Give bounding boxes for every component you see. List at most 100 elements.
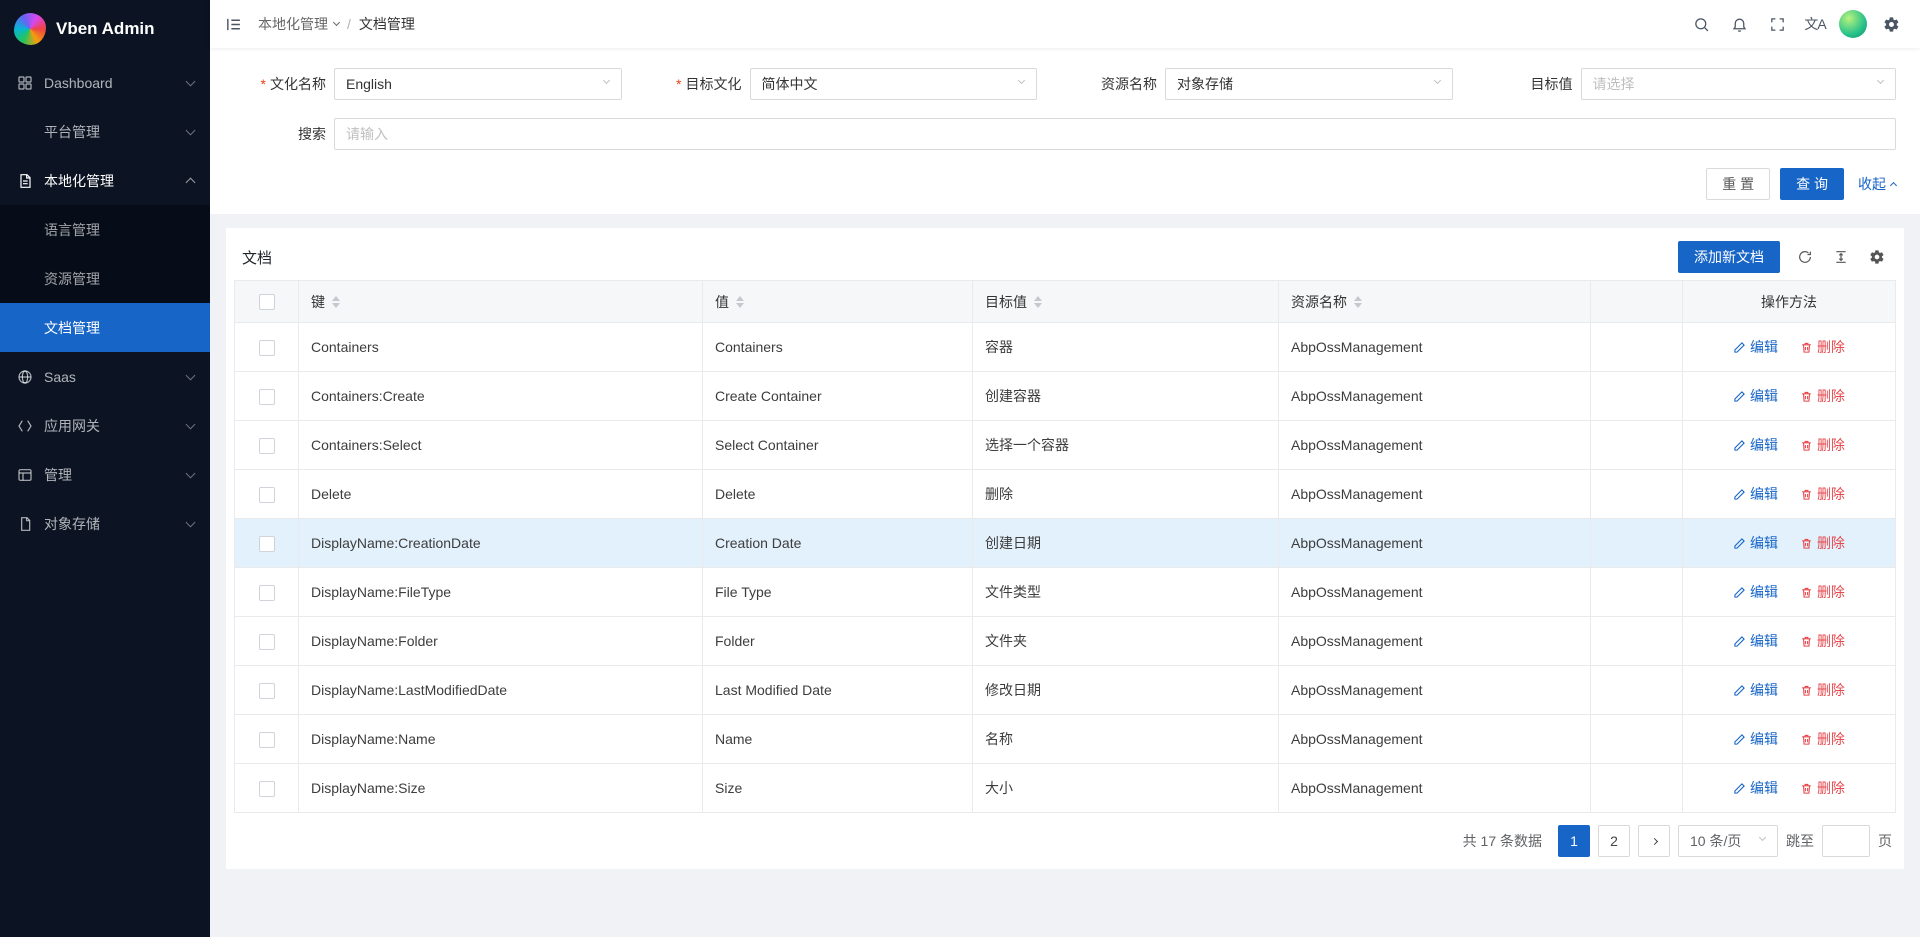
chevron-down-icon: [186, 419, 196, 429]
edit-button[interactable]: 编辑: [1733, 582, 1778, 602]
filter-field-resource-name: 资源名称 对象存储: [1065, 68, 1481, 100]
cell-resource: AbpOssManagement: [1279, 617, 1591, 666]
column-header-target[interactable]: 目标值: [973, 281, 1279, 323]
cell-target: 创建容器: [973, 372, 1279, 421]
delete-button[interactable]: 删除: [1800, 680, 1845, 700]
row-select-cell: [235, 568, 299, 617]
filter-field-target-value: 目标值 请选择: [1481, 68, 1897, 100]
sort-icon[interactable]: [736, 296, 744, 308]
sidebar-item-saas[interactable]: Saas: [0, 352, 210, 401]
cell-key: DisplayName:Folder: [299, 617, 703, 666]
page-size-select[interactable]: 10 条/页: [1678, 825, 1778, 857]
logo[interactable]: Vben Admin: [0, 0, 210, 58]
edit-button[interactable]: 编辑: [1733, 631, 1778, 651]
edit-button[interactable]: 编辑: [1733, 778, 1778, 798]
delete-button[interactable]: 删除: [1800, 582, 1845, 602]
cell-spacer: [1591, 519, 1683, 568]
column-header-value[interactable]: 值: [703, 281, 973, 323]
sidebar-item-gateway[interactable]: 应用网关: [0, 401, 210, 450]
column-header-resource[interactable]: 资源名称: [1279, 281, 1591, 323]
edit-button[interactable]: 编辑: [1733, 533, 1778, 553]
edit-button[interactable]: 编辑: [1733, 435, 1778, 455]
cell-actions: 编辑 删除: [1683, 764, 1896, 813]
row-checkbox[interactable]: [259, 781, 275, 797]
submenu-item-label: 语言管理: [44, 220, 100, 240]
sidebar-item-management[interactable]: 管理: [0, 450, 210, 499]
sidebar-item-resource-mgmt[interactable]: 资源管理: [0, 254, 210, 303]
row-checkbox[interactable]: [259, 487, 275, 503]
row-checkbox[interactable]: [259, 683, 275, 699]
fullscreen-icon[interactable]: [1758, 0, 1796, 48]
table-title: 文档: [242, 247, 272, 268]
target-value-select[interactable]: 请选择: [1581, 68, 1897, 100]
sort-icon[interactable]: [1354, 296, 1362, 308]
table-row: Delete Delete 删除 AbpOssManagement 编辑 删除: [235, 470, 1896, 519]
column-header-key[interactable]: 键: [299, 281, 703, 323]
delete-button[interactable]: 删除: [1800, 435, 1845, 455]
next-page-button[interactable]: [1638, 825, 1670, 857]
search-input[interactable]: [334, 118, 1896, 150]
row-checkbox[interactable]: [259, 340, 275, 356]
edit-button[interactable]: 编辑: [1733, 386, 1778, 406]
edit-button[interactable]: 编辑: [1733, 484, 1778, 504]
row-height-icon[interactable]: [1830, 246, 1852, 268]
row-checkbox[interactable]: [259, 389, 275, 405]
sidebar-item-object-storage[interactable]: 对象存储: [0, 499, 210, 548]
sidebar-item-platform[interactable]: 平台管理: [0, 107, 210, 156]
delete-button[interactable]: 删除: [1800, 484, 1845, 504]
menu-fold-icon[interactable]: [210, 0, 256, 48]
culture-name-select[interactable]: English: [334, 68, 622, 100]
sidebar-item-dashboard[interactable]: Dashboard: [0, 58, 210, 107]
page-jump-input[interactable]: [1822, 825, 1870, 857]
column-settings-gear-icon[interactable]: [1866, 246, 1888, 268]
translate-icon[interactable]: 文A: [1796, 0, 1834, 48]
row-checkbox[interactable]: [259, 732, 275, 748]
sidebar-item-label: 平台管理: [44, 122, 187, 142]
trash-icon: [1800, 439, 1813, 452]
sidebar-item-localization[interactable]: 本地化管理: [0, 156, 210, 205]
sort-icon[interactable]: [332, 296, 340, 308]
query-button[interactable]: 查 询: [1780, 168, 1844, 200]
target-culture-select[interactable]: 简体中文: [750, 68, 1038, 100]
row-select-cell: [235, 715, 299, 764]
reset-button[interactable]: 重 置: [1706, 168, 1770, 200]
user-avatar[interactable]: [1834, 0, 1872, 48]
sort-icon[interactable]: [1034, 296, 1042, 308]
breadcrumb-parent[interactable]: 本地化管理: [258, 14, 339, 34]
page-button-1[interactable]: 1: [1558, 825, 1590, 857]
row-select-cell: [235, 372, 299, 421]
select-all-checkbox[interactable]: [259, 294, 275, 310]
add-document-button[interactable]: 添加新文档: [1678, 241, 1780, 273]
delete-button[interactable]: 删除: [1800, 729, 1845, 749]
cell-key: Containers:Select: [299, 421, 703, 470]
search-icon[interactable]: [1682, 0, 1720, 48]
pencil-icon: [1733, 488, 1746, 501]
trash-icon: [1800, 341, 1813, 354]
edit-button[interactable]: 编辑: [1733, 729, 1778, 749]
bell-icon[interactable]: [1720, 0, 1758, 48]
sidebar-item-language-mgmt[interactable]: 语言管理: [0, 205, 210, 254]
settings-gear-icon[interactable]: [1872, 0, 1910, 48]
sidebar-item-document-mgmt[interactable]: 文档管理: [0, 303, 210, 352]
cell-spacer: [1591, 323, 1683, 372]
delete-button[interactable]: 删除: [1800, 631, 1845, 651]
delete-button[interactable]: 删除: [1800, 533, 1845, 553]
breadcrumb-parent-label: 本地化管理: [258, 14, 328, 34]
page-button-2[interactable]: 2: [1598, 825, 1630, 857]
delete-button[interactable]: 删除: [1800, 337, 1845, 357]
collapse-toggle[interactable]: 收起: [1858, 174, 1896, 194]
row-checkbox[interactable]: [259, 634, 275, 650]
row-checkbox[interactable]: [259, 438, 275, 454]
page-unit-label: 页: [1878, 831, 1892, 851]
refresh-icon[interactable]: [1794, 246, 1816, 268]
row-checkbox[interactable]: [259, 536, 275, 552]
edit-button[interactable]: 编辑: [1733, 680, 1778, 700]
field-label: 目标值: [1481, 74, 1573, 94]
resource-name-select[interactable]: 对象存储: [1165, 68, 1453, 100]
delete-button[interactable]: 删除: [1800, 778, 1845, 798]
row-checkbox[interactable]: [259, 585, 275, 601]
edit-button[interactable]: 编辑: [1733, 337, 1778, 357]
cell-target: 文件类型: [973, 568, 1279, 617]
cell-spacer: [1591, 421, 1683, 470]
delete-button[interactable]: 删除: [1800, 386, 1845, 406]
